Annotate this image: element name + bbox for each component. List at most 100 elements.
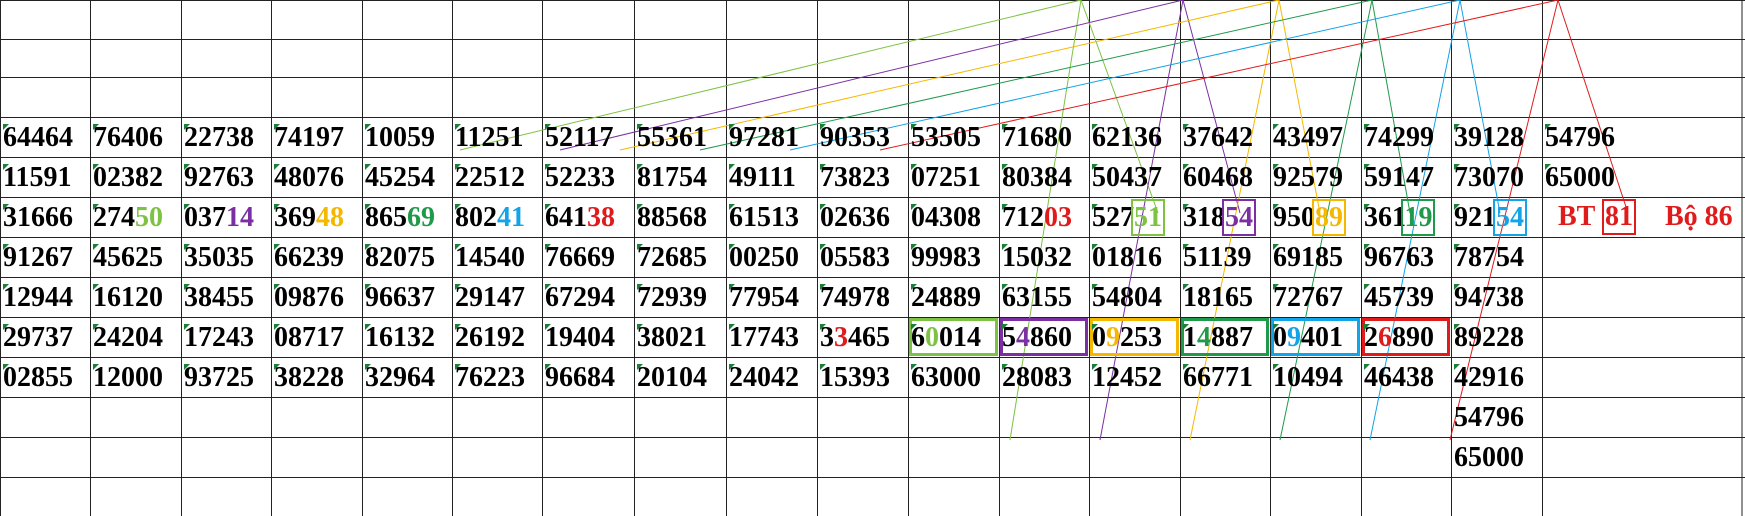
cell-value: 74978 — [820, 282, 890, 313]
number-cell: 78754 — [1454, 244, 1541, 282]
cell-value: 95089 — [1273, 199, 1346, 236]
number-cell: 91267 — [3, 244, 89, 282]
cell-value: 11251 — [455, 122, 524, 153]
cell-value: 55361 — [637, 122, 707, 153]
cell-marker — [820, 284, 826, 290]
number-cell: 05583 — [820, 244, 907, 282]
number-cell: 01816 — [1092, 244, 1179, 282]
cell-marker — [1002, 244, 1008, 250]
cell-value: 52117 — [545, 122, 614, 153]
cell-value: 54804 — [1092, 282, 1162, 313]
digit-plain: 361 — [1364, 202, 1405, 233]
cell-value: 89228 — [1454, 322, 1524, 353]
cell-marker — [637, 244, 643, 250]
number-cell: 32964 — [365, 364, 451, 402]
cell-marker — [545, 204, 551, 210]
cell-marker — [93, 204, 99, 210]
number-cell: 45739 — [1364, 284, 1450, 322]
cell-marker — [545, 364, 551, 370]
cell-marker — [455, 364, 461, 370]
cell-marker — [1364, 164, 1370, 170]
cell-value: 24889 — [911, 282, 981, 313]
digit-highlight: 54 — [1493, 199, 1527, 236]
number-cell: 28083 — [1002, 364, 1088, 402]
number-cell: 10494 — [1273, 364, 1360, 402]
cell-value: 76669 — [545, 242, 615, 273]
cell-marker — [1002, 284, 1008, 290]
cell-marker — [365, 364, 371, 370]
digit-plain: 802 — [455, 202, 497, 233]
number-cell: 12000 — [93, 364, 180, 402]
digit-plain: 890 — [1392, 322, 1434, 353]
cell-value: 38021 — [637, 322, 707, 353]
cell-marker — [1454, 204, 1460, 210]
cell-value: 02382 — [93, 162, 163, 193]
cell-value: 71680 — [1002, 122, 1072, 153]
number-cell: 71680 — [1002, 124, 1088, 162]
cell-value: 00250 — [729, 242, 799, 273]
cell-value: 78754 — [1454, 242, 1524, 273]
number-cell: 64464 — [3, 124, 89, 162]
digit-plain: 401 — [1301, 322, 1343, 353]
cell-marker — [1364, 284, 1370, 290]
number-cell: 55361 — [637, 124, 725, 162]
cell-value: 29737 — [3, 322, 73, 353]
cell-value: 03714 — [184, 202, 254, 233]
number-cell: 27450 — [93, 204, 180, 242]
number-cell: 90353 — [820, 124, 907, 162]
cell-marker — [1002, 124, 1008, 130]
number-cell: 35035 — [184, 244, 270, 282]
cell-value: 19404 — [545, 322, 615, 353]
number-cell: 60468 — [1183, 164, 1269, 202]
cell-marker — [637, 204, 643, 210]
cell-marker — [1092, 324, 1098, 330]
cell-value: 27450 — [93, 202, 163, 233]
cell-marker — [3, 204, 9, 210]
digit-plain: 921 — [1454, 202, 1496, 233]
number-cell: 22738 — [184, 124, 270, 162]
cell-value: 66771 — [1183, 362, 1253, 393]
cell-value: 24204 — [93, 322, 163, 353]
cell-value: 82075 — [365, 242, 435, 273]
number-cell: 74978 — [820, 284, 907, 322]
cell-value: 54796 — [1454, 402, 1524, 433]
cell-marker — [184, 124, 190, 130]
cell-marker — [637, 324, 643, 330]
cell-value: 53505 — [911, 122, 981, 153]
cell-marker — [1454, 124, 1460, 130]
cell-value: 42916 — [1454, 362, 1524, 393]
cell-marker — [729, 244, 735, 250]
number-cell: 72767 — [1273, 284, 1360, 322]
cell-value: 66239 — [274, 242, 344, 273]
cell-marker — [1092, 204, 1098, 210]
digit-plain: 641 — [545, 202, 587, 233]
number-cell: 20104 — [637, 364, 725, 402]
cell-marker — [911, 284, 917, 290]
cell-value: 31854 — [1183, 199, 1256, 236]
digit-highlight: 0 — [925, 322, 939, 353]
number-cell: 09253 — [1092, 324, 1179, 362]
number-cell: 45254 — [365, 164, 451, 202]
cell-marker — [365, 324, 371, 330]
cell-marker — [1183, 164, 1189, 170]
digit-highlight: 69 — [407, 202, 435, 233]
cell-marker — [1273, 204, 1279, 210]
cell-marker — [729, 164, 735, 170]
cell-marker — [3, 284, 9, 290]
cell-value: 64464 — [3, 122, 73, 153]
cell-value: 05583 — [820, 242, 890, 273]
number-cell: 03714 — [184, 204, 270, 242]
cell-marker — [184, 204, 190, 210]
number-cell: 76669 — [545, 244, 633, 282]
cell-marker — [455, 124, 461, 130]
cell-value: 15032 — [1002, 242, 1072, 273]
cell-marker — [820, 124, 826, 130]
cell-marker — [1454, 244, 1460, 250]
number-cell: 92579 — [1273, 164, 1360, 202]
cell-value: 99983 — [911, 242, 981, 273]
number-cell: 12944 — [3, 284, 89, 322]
cell-marker — [455, 164, 461, 170]
cell-value: 54796 — [1545, 122, 1615, 153]
cell-marker — [1002, 164, 1008, 170]
digit-highlight: 51 — [1131, 199, 1165, 236]
